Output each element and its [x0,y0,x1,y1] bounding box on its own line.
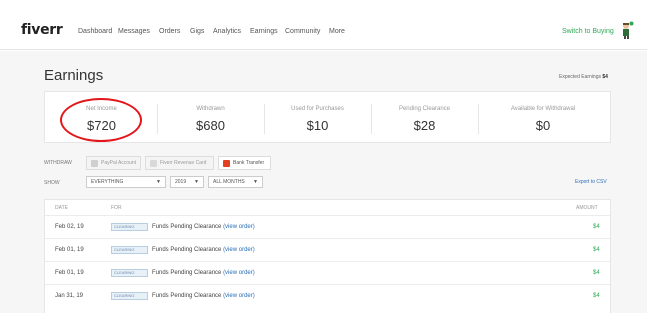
withdraw-label: WITHDRAW [44,160,72,166]
year-select-value: 2019 [175,179,187,185]
status-badge: CLEARING [111,223,148,231]
transactions-table: DATE FOR AMOUNT Feb 02, 19 CLEARING Fund… [44,199,611,313]
expected-earnings-label: Expected Earnings [559,74,601,80]
row-amount: $4 [593,224,600,230]
stat-available-for-withdrawal: Available for Withdrawal $0 [488,92,598,144]
row-description: Funds Pending Clearance (view order) [152,293,255,299]
stat-label: Pending Clearance [398,106,451,112]
column-header-date: DATE [55,205,68,211]
row-description: Funds Pending Clearance (view order) [152,247,255,253]
description-text: Funds Pending Clearance [152,293,222,299]
row-date: Feb 02, 19 [55,224,84,230]
row-date: Feb 01, 19 [55,247,84,253]
annotation-circle [60,98,142,142]
chevron-down-icon: ▼ [194,179,199,185]
divider [478,104,479,134]
top-nav: fiverr Dashboard Messages Orders Gigs An… [0,0,647,50]
expected-earnings-value: $4 [602,74,608,80]
view-order-link[interactable]: (view order) [223,247,255,253]
stat-value: $0 [535,118,551,133]
stat-pending-clearance: Pending Clearance $28 [371,92,478,144]
month-select[interactable]: ALL MONTHS ▼ [208,176,263,188]
view-order-link[interactable]: (view order) [223,270,255,276]
status-badge: CLEARING [111,292,148,300]
online-status-dot [629,21,634,26]
user-avatar[interactable] [620,21,634,39]
table-row: Jan 31, 19 CLEARING Funds Pending Cleara… [45,284,610,307]
button-label: Fiverr Revenue Card [160,160,207,166]
stat-label: Withdrawn [196,106,225,112]
fiverr-logo[interactable]: fiverr [21,22,63,38]
export-to-csv-link[interactable]: Export to CSV [575,179,607,185]
row-date: Jan 31, 19 [55,293,84,299]
row-amount: $4 [593,247,600,253]
stat-used-for-purchases: Used for Purchases $10 [264,92,371,144]
stat-label: Used for Purchases [291,106,344,112]
table-row: Feb 02, 19 CLEARING Funds Pending Cleara… [45,215,610,238]
nav-dashboard[interactable]: Dashboard [78,28,112,35]
row-date: Feb 01, 19 [55,270,84,276]
month-select-value: ALL MONTHS [213,179,245,185]
row-description: Funds Pending Clearance (view order) [152,224,255,230]
description-text: Funds Pending Clearance [152,270,222,276]
stat-withdrawn: Withdrawn $680 [157,92,264,144]
nav-community[interactable]: Community [285,28,320,35]
view-order-link[interactable]: (view order) [223,293,255,299]
paypal-icon [91,159,98,167]
bank-transfer-button[interactable]: Bank Transfer [218,156,271,170]
column-header-amount: AMOUNT [576,205,598,211]
button-label: PayPal Account [101,160,137,166]
nav-messages[interactable]: Messages [118,28,150,35]
paypal-account-button[interactable]: PayPal Account [86,156,141,170]
column-header-for: FOR [111,205,122,211]
nav-gigs[interactable]: Gigs [190,28,204,35]
table-row: Feb 01, 19 CLEARING Funds Pending Cleara… [45,238,610,261]
row-description: Funds Pending Clearance (view order) [152,270,255,276]
card-icon [150,159,157,167]
stat-value: $10 [306,118,329,133]
table-row: Feb 01, 19 CLEARING Funds Pending Cleara… [45,261,610,284]
chevron-down-icon: ▼ [156,179,161,185]
switch-to-buying-link[interactable]: Switch to Buying [562,28,614,35]
nav-more[interactable]: More [329,28,345,35]
page-title: Earnings [44,67,104,84]
type-select[interactable]: EVERYTHING ▼ [86,176,166,188]
status-badge: CLEARING [111,269,148,277]
description-text: Funds Pending Clearance [152,247,222,253]
chevron-down-icon: ▼ [253,179,258,185]
view-order-link[interactable]: (view order) [223,224,255,230]
nav-orders[interactable]: Orders [159,28,180,35]
expected-earnings: Expected Earnings $4 [559,74,608,80]
stat-value: $680 [196,118,225,133]
type-select-value: EVERYTHING [91,179,124,185]
row-amount: $4 [593,293,600,299]
nav-analytics[interactable]: Analytics [213,28,241,35]
row-amount: $4 [593,270,600,276]
stat-label: Available for Withdrawal [510,106,576,112]
nav-earnings[interactable]: Earnings [250,28,278,35]
show-label: SHOW [44,180,60,186]
description-text: Funds Pending Clearance [152,224,222,230]
status-badge: CLEARING [111,246,148,254]
year-select[interactable]: 2019 ▼ [170,176,204,188]
revenue-card-button[interactable]: Fiverr Revenue Card [145,156,214,170]
stat-value: $28 [413,118,436,133]
button-label: Bank Transfer [233,160,265,166]
bank-icon [223,159,230,167]
